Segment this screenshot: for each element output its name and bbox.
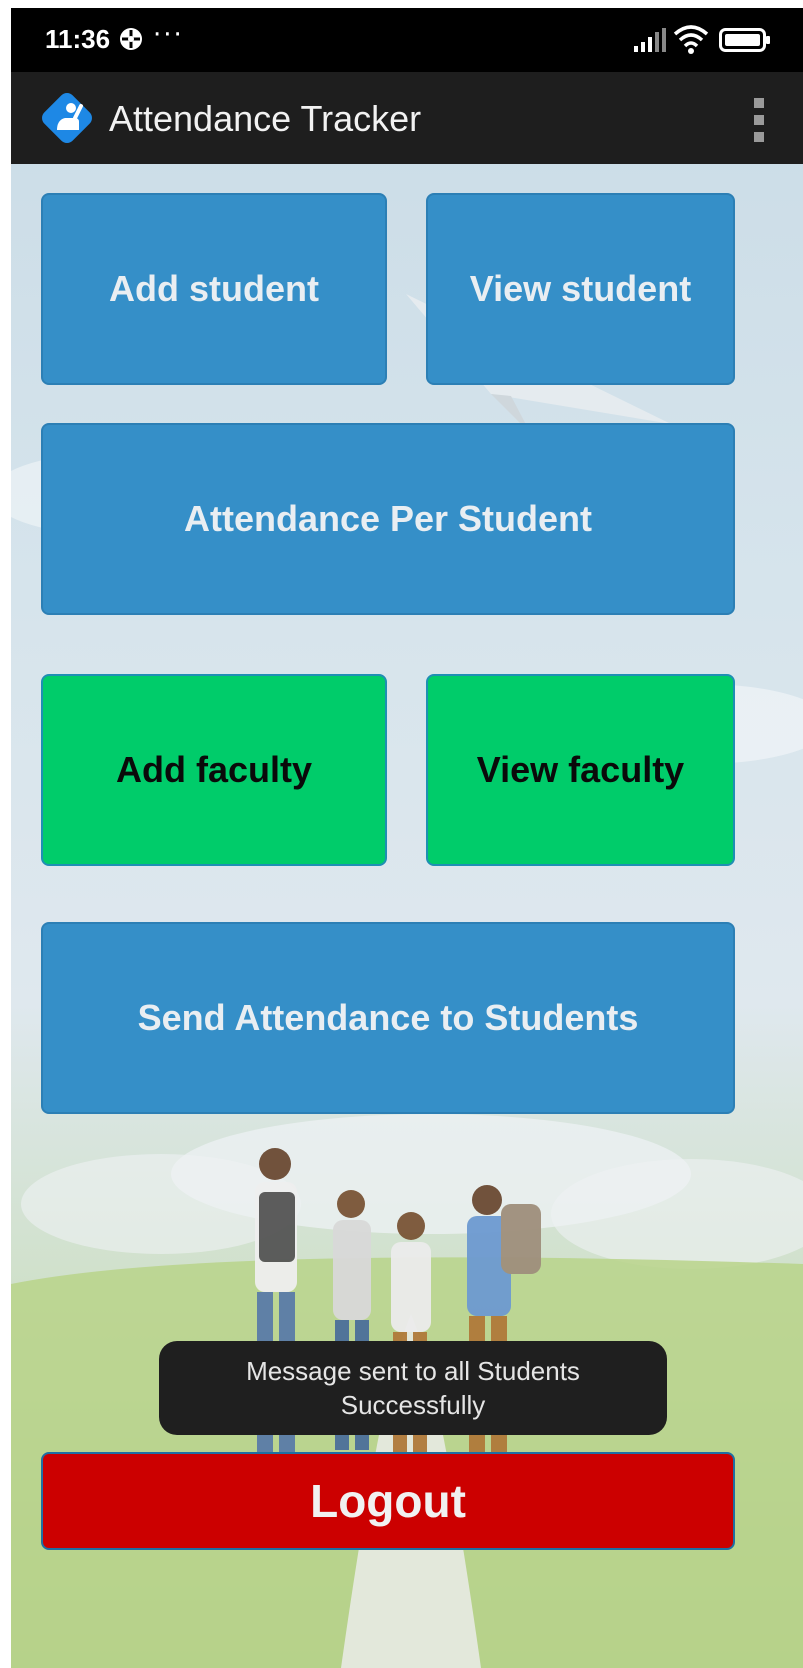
status-more-dots: ··· (153, 20, 184, 50)
add-student-button[interactable]: Add student (41, 193, 387, 385)
screen: 11:36 ··· Attendance Tracker Add student… (11, 8, 803, 1668)
overflow-menu-icon[interactable] (745, 98, 773, 142)
status-time: 11:36 (45, 24, 111, 54)
logout-button[interactable]: Logout (41, 1452, 735, 1550)
send-attendance-button[interactable]: Send Attendance to Students (41, 922, 735, 1114)
app-title: Attendance Tracker (109, 98, 422, 139)
vpn-icon (120, 28, 142, 50)
toast-text: Message sent to all Students Successfull… (246, 1356, 580, 1420)
hand-raise-icon (42, 93, 92, 143)
status-bar: 11:36 ··· (11, 8, 803, 72)
add-faculty-button[interactable]: Add faculty (41, 674, 387, 866)
toast-message: Message sent to all Students Successfull… (159, 1341, 667, 1435)
view-faculty-button[interactable]: View faculty (426, 674, 735, 866)
attendance-per-student-button[interactable]: Attendance Per Student (41, 423, 735, 615)
battery-icon (719, 28, 770, 52)
signal-icon (634, 28, 666, 52)
app-bar: Attendance Tracker (11, 72, 803, 164)
background-illustration (11, 164, 803, 1668)
view-student-button[interactable]: View student (426, 193, 735, 385)
wifi-icon (673, 25, 709, 54)
background-scene (11, 294, 803, 1668)
